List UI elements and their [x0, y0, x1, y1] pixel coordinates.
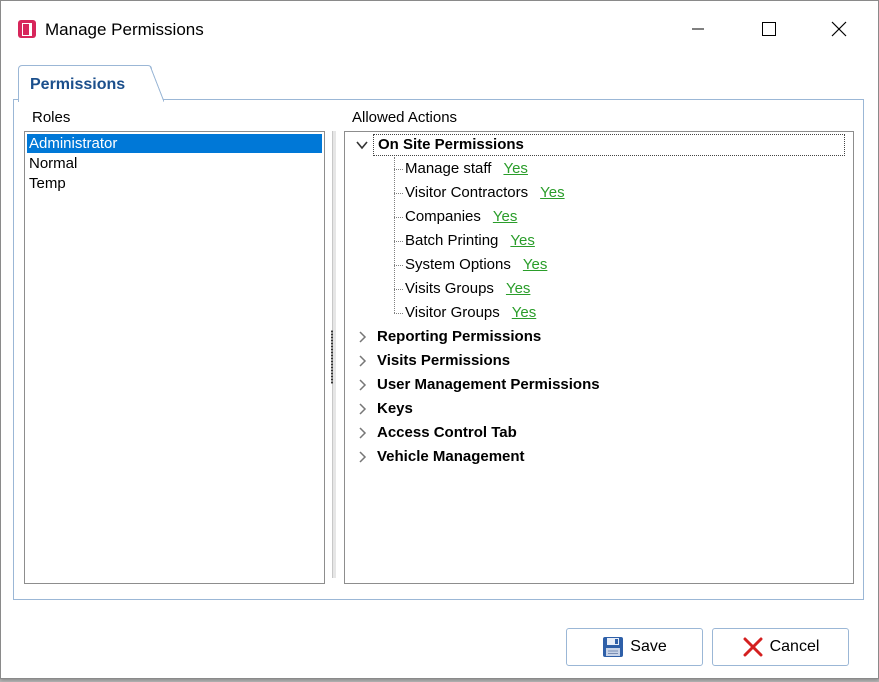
role-item-temp[interactable]: Temp	[27, 174, 322, 193]
tree-group-label: Visits Permissions	[377, 352, 511, 369]
tree-connector	[394, 289, 403, 290]
tree-group-label: Vehicle Management	[377, 448, 525, 465]
permission-value-link[interactable]: Yes	[523, 256, 547, 273]
tree-leaf-visits-groups[interactable]: Visits Groups Yes	[405, 278, 530, 300]
tree-leaf-batch-printing[interactable]: Batch Printing Yes	[405, 230, 535, 252]
manage-permissions-dialog: Manage Permissions Permissions Roles All…	[0, 0, 879, 679]
title-bar: Manage Permissions	[1, 1, 878, 57]
chevron-right-icon[interactable]	[355, 402, 369, 416]
permission-value-link[interactable]: Yes	[503, 160, 527, 177]
save-button[interactable]: Save	[566, 628, 703, 666]
chevron-right-icon[interactable]	[355, 330, 369, 344]
tree-connector	[394, 313, 403, 314]
tab-permissions-label: Permissions	[30, 76, 126, 93]
leaf-label: Batch Printing	[405, 232, 499, 249]
maximize-button[interactable]	[746, 9, 792, 49]
tab-permissions[interactable]: Permissions	[18, 65, 164, 102]
leaf-label: Visitor Groups	[405, 304, 500, 321]
chevron-down-icon[interactable]	[355, 138, 369, 152]
tree-leaf-visitor-contractors[interactable]: Visitor Contractors Yes	[405, 182, 565, 204]
minimize-icon	[692, 28, 704, 30]
tree-group-label: Reporting Permissions	[377, 328, 542, 345]
tree-group-label: User Management Permissions	[377, 376, 600, 393]
chevron-right-icon[interactable]	[355, 354, 369, 368]
chevron-right-icon[interactable]	[355, 426, 369, 440]
app-door-icon	[18, 20, 36, 38]
permission-value-link[interactable]: Yes	[510, 232, 534, 249]
tree-connector	[394, 193, 403, 194]
leaf-label: Companies	[405, 208, 481, 225]
minimize-button[interactable]	[675, 9, 721, 49]
tree-connector	[394, 169, 403, 170]
tree-connector	[394, 241, 403, 242]
leaf-label: Manage staff	[405, 160, 492, 177]
permissions-panel: Roles Allowed Actions Administrator Norm…	[13, 99, 864, 600]
tree-leaf-manage-staff[interactable]: Manage staff Yes	[405, 158, 528, 180]
chevron-right-icon[interactable]	[355, 378, 369, 392]
role-item-normal[interactable]: Normal	[27, 154, 322, 173]
leaf-label: System Options	[405, 256, 511, 273]
cancel-button[interactable]: Cancel	[712, 628, 849, 666]
window-title: Manage Permissions	[45, 20, 204, 39]
permission-value-link[interactable]: Yes	[540, 184, 564, 201]
splitter-grip-icon[interactable]	[330, 330, 334, 384]
red-x-icon	[743, 637, 763, 657]
floppy-disk-icon	[603, 637, 624, 657]
tree-leaf-visitor-groups[interactable]: Visitor Groups Yes	[405, 302, 536, 324]
maximize-icon	[762, 22, 776, 36]
leaf-label: Visitor Contractors	[405, 184, 529, 201]
roles-list[interactable]: Administrator Normal Temp	[24, 131, 325, 584]
permission-value-link[interactable]: Yes	[493, 208, 517, 225]
tree-group-label: Access Control Tab	[377, 424, 517, 441]
tree-group-label: On Site Permissions	[373, 134, 845, 156]
tree-group-label: Keys	[377, 400, 413, 417]
role-item-administrator[interactable]: Administrator	[27, 134, 322, 153]
cancel-button-label: Cancel	[769, 638, 820, 655]
close-button[interactable]	[816, 9, 862, 49]
permission-value-link[interactable]: Yes	[506, 280, 530, 297]
chevron-right-icon[interactable]	[355, 450, 369, 464]
leaf-label: Visits Groups	[405, 280, 494, 297]
tree-leaf-system-options[interactable]: System Options Yes	[405, 254, 547, 276]
tree-connector	[394, 265, 403, 266]
close-icon	[831, 21, 847, 37]
roles-label: Roles	[32, 109, 71, 126]
permission-value-link[interactable]: Yes	[512, 304, 536, 321]
allowed-actions-tree[interactable]: On Site Permissions Manage staff Yes Visi…	[344, 131, 854, 584]
save-button-label: Save	[630, 638, 667, 655]
allowed-actions-label: Allowed Actions	[352, 109, 458, 126]
tree-connector	[394, 217, 403, 218]
tree-leaf-companies[interactable]: Companies Yes	[405, 206, 517, 228]
